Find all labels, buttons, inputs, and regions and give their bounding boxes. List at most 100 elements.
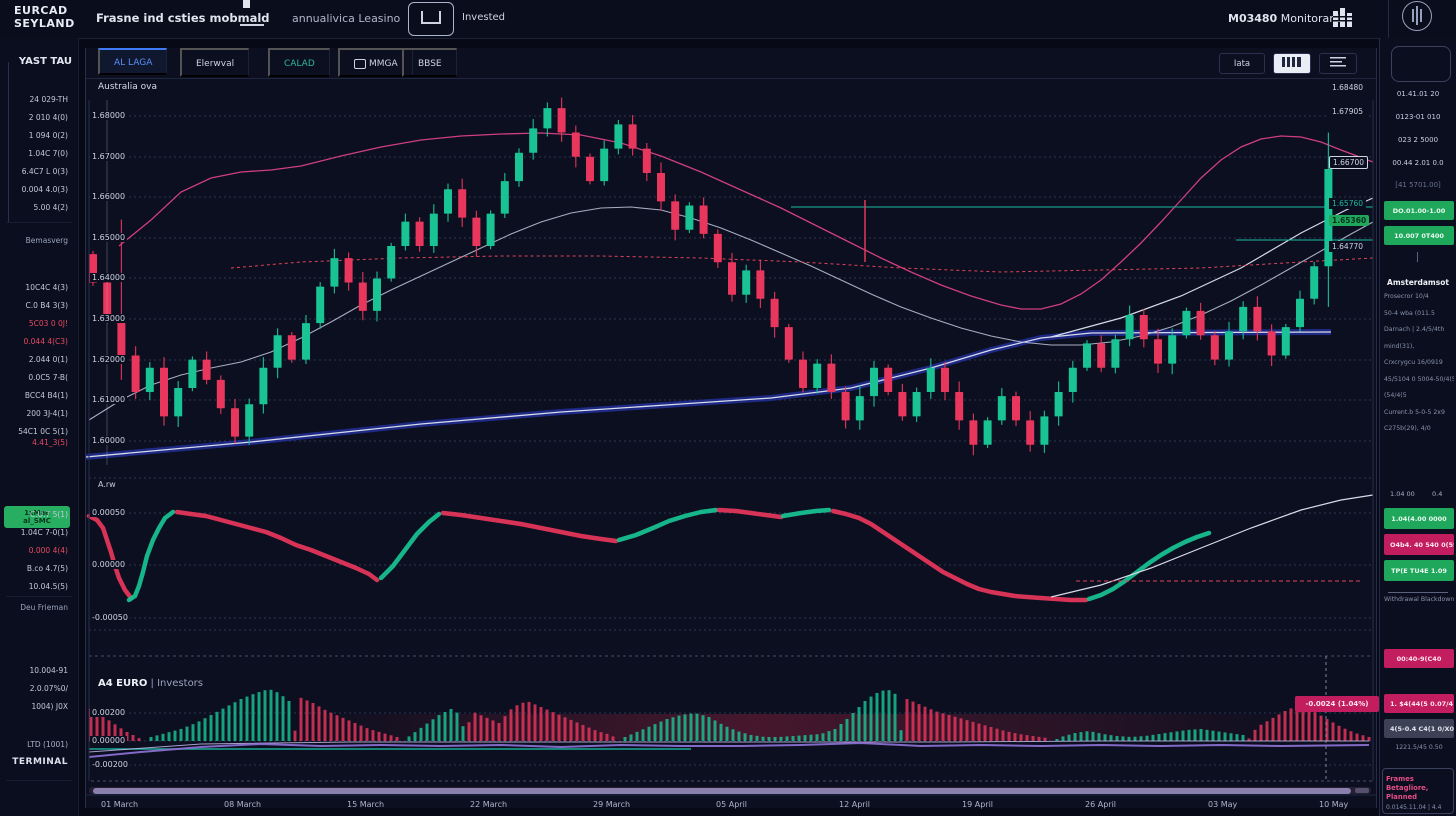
watchlist-item[interactable]: 2 010 4(0) [29, 113, 68, 122]
watchlist-item[interactable]: 6.4C7 L 0(3) [22, 167, 68, 176]
watchlist-item[interactable]: 2.0.07%0/ [30, 684, 68, 693]
divider [6, 222, 72, 223]
watchlist-item[interactable]: 24 029-TH [30, 95, 68, 104]
panel-section-title: Amsterdamsot [1384, 278, 1452, 287]
macd-axis-label: 0.00000 [90, 736, 127, 745]
symbol-outline-box[interactable] [1391, 46, 1451, 82]
quote-row-dim[interactable]: [41 5701.00] [1384, 181, 1452, 189]
top-header: EURCADSEYLAND Frasne ind csties mobmald … [0, 0, 1456, 39]
mode-label: Invested [462, 12, 505, 23]
watchlist-section-label-2: Deu Frieman [20, 603, 68, 612]
chart-scrollbar[interactable] [89, 787, 1371, 794]
time-axis-label: 19 April [962, 800, 993, 809]
sub-axis-label: -0.00050 [90, 613, 130, 622]
quick-buy-button[interactable]: DO.01.00-1.00 [1384, 201, 1454, 220]
quote-row[interactable]: 023 2 5000 [1384, 136, 1452, 144]
watchlist-item[interactable]: 1.04C 7-0(1) [21, 528, 68, 537]
info-line: C275b(29), 4/0 [1384, 425, 1454, 432]
bracket-icon [419, 9, 443, 29]
sub-axis-label: 0.00050 [90, 508, 127, 517]
chart-tabbar: AL LAGAElerwvalCALADMMGABBSE [86, 48, 1376, 79]
price-axis-label: 1.64000 [90, 273, 127, 282]
right-price-label: 1.67905 [1329, 106, 1366, 117]
alert-button[interactable]: 00:40-9(C40 [1384, 649, 1454, 668]
mode-icon-button[interactable] [408, 2, 454, 36]
watchlist-item-red[interactable]: 4.41_3(5) [32, 438, 68, 447]
chart-tab-bbse[interactable]: BBSE [402, 48, 457, 77]
header-marker [243, 0, 250, 8]
position-note: 1221.5/45 0.50 [1384, 744, 1454, 751]
tick-divider [1417, 252, 1418, 262]
right-price-label: 1.68480 [1329, 82, 1366, 93]
watchlist-item[interactable]: B.co 4.7(5) [27, 564, 68, 573]
watchlist-item[interactable]: 1.04C 7(0) [28, 149, 68, 158]
stats-icon[interactable] [1332, 7, 1354, 31]
input-underline[interactable] [1388, 586, 1448, 593]
keyboard-icon [1281, 56, 1303, 68]
chart-tab-calad[interactable]: CALAD [268, 48, 330, 77]
watchlist-item[interactable]: C.U.7 5(1) [30, 510, 68, 519]
watchlist-item[interactable]: BCC4 B4(1) [25, 391, 68, 400]
chart-tab-elerwval[interactable]: Elerwval [180, 48, 249, 77]
header-divider [1388, 0, 1389, 38]
info-line: 50-4 wba (011.5 [1384, 310, 1454, 317]
trade-tab-2[interactable]: 0.4 [1432, 490, 1442, 498]
watchlist-item[interactable]: C.0 B4 3(3) [26, 301, 68, 310]
header-nav-primary[interactable]: Frasne ind csties mobmald [96, 11, 270, 25]
right-price-label: 1.65760 [1329, 198, 1366, 209]
sub-panel-legend: A.rw [98, 480, 116, 489]
quote-row[interactable]: 0123-01 010 [1384, 113, 1452, 121]
quick-buy-button-2[interactable]: 10.007 0T400 [1384, 226, 1454, 245]
chart-tab-al-laga[interactable]: AL LAGA [98, 48, 167, 75]
watchlist-item[interactable]: 0.0C5 7-B( [28, 373, 68, 382]
watchlist-item[interactable]: 5C03 0 0J! [29, 319, 68, 328]
right-price-label: 1.65360 [1329, 215, 1369, 226]
price-axis-label: 1.60000 [90, 436, 127, 445]
watchlist-item[interactable]: 10C4C 4(3) [25, 283, 68, 292]
sub-axis-label: 0.00000 [90, 560, 127, 569]
watchlist-sidebar: YAST TAU 24 029-TH2 010 4(0)1 094 0(2)1.… [0, 38, 79, 816]
price-axis-label: 1.63000 [90, 314, 127, 323]
list-icon-button[interactable] [1319, 53, 1357, 74]
app-logo: EURCADSEYLAND [14, 4, 75, 30]
header-nav-secondary[interactable]: annualivica Leasino [292, 12, 400, 25]
account-info[interactable]: M03480 Monitorant [1228, 12, 1341, 25]
watchlist-item[interactable]: 1004) J0X [31, 702, 68, 711]
watchlist-item[interactable]: 0.044 4(C3) [24, 337, 69, 346]
watchlist-item[interactable]: 0.004 4.0(3) [22, 185, 68, 194]
keyboard-icon-button[interactable] [1273, 53, 1311, 74]
watchlist-item[interactable]: 0.000 4(4) [29, 546, 68, 555]
watchlist-item[interactable]: 10.004-91 [30, 666, 69, 675]
time-axis-label: 01 March [101, 800, 138, 809]
watchlist-item[interactable]: 200 3J-4(1) [26, 409, 68, 418]
watchlist-item[interactable]: 2.044 0(1) [29, 355, 68, 364]
watchlist-item[interactable]: 1 094 0(2) [29, 131, 68, 140]
chart-area: AL LAGAElerwvalCALADMMGABBSE Iata Austra… [85, 48, 1377, 808]
watchlist-item[interactable]: 5.00 4(2) [34, 203, 68, 212]
watchlist-section-label: Bemasverg [26, 236, 68, 245]
macd-axis-label: -0.00200 [90, 760, 130, 769]
time-axis-label: 15 March [347, 800, 384, 809]
position-row-gray[interactable]: 4(5-0.4 C4(1 0/X0 [1384, 719, 1454, 738]
audio-icon[interactable] [1402, 1, 1432, 31]
buy-button[interactable]: 1.04(4.00 0000 [1384, 508, 1454, 529]
sell-button[interactable]: O4b4. 40 540 0(59 [1384, 534, 1454, 555]
take-profit-button[interactable]: TP(E TU4E 1.09 [1384, 560, 1454, 581]
footer-info-box[interactable]: Frames Betagliore,Planned 0.0145.11.04 |… [1382, 768, 1454, 814]
range-button[interactable]: Iata [1219, 53, 1265, 74]
price-axis-label: 1.62000 [90, 355, 127, 364]
sidebar-footer-sub: LTD (1001) [27, 740, 68, 749]
info-line: Crxcrygcu 16/0919 [1384, 359, 1454, 366]
time-axis-label: 12 April [839, 800, 870, 809]
right-price-label-current: 1.66700 [1329, 156, 1368, 169]
position-row-pink[interactable]: 1. $4(44(5 0.07/4 [1384, 694, 1454, 713]
watchlist-item[interactable]: 10.04.5(5) [29, 582, 68, 591]
time-axis-label: 29 March [593, 800, 630, 809]
price-axis-label: 1.65000 [90, 233, 127, 242]
trade-tab-1[interactable]: 1.04 00 [1390, 490, 1415, 498]
sidebar-edge [8, 62, 9, 222]
quote-row[interactable]: 01.41.01 20 [1384, 90, 1452, 98]
watchlist-item[interactable]: 54C1 0C 5(1) [18, 427, 68, 436]
quote-row[interactable]: 00.44 2.01 0.0 [1384, 159, 1452, 167]
scrollbar-thumb[interactable] [93, 788, 1351, 794]
